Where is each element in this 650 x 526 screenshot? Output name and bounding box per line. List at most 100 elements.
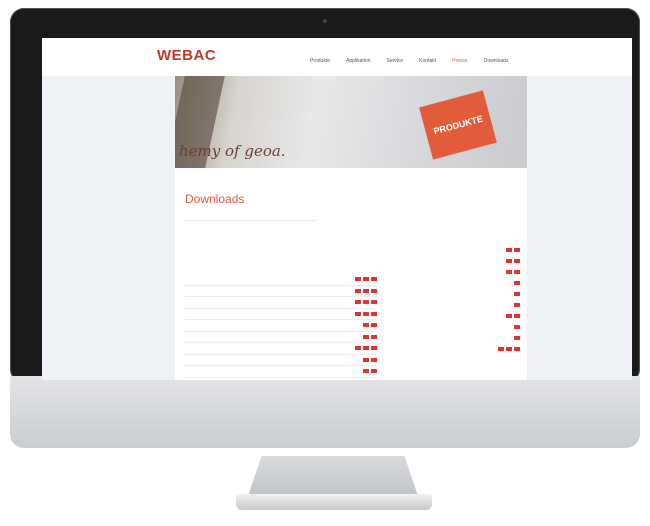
flag-icon[interactable]	[514, 280, 520, 285]
camera-icon	[323, 19, 327, 23]
flag-icon[interactable]	[371, 334, 377, 339]
nav-item-presse[interactable]: Presse	[452, 58, 468, 64]
nav-item-kontakt[interactable]: Kontakt	[419, 58, 436, 64]
flag-icon[interactable]	[506, 346, 512, 351]
language-flags	[355, 288, 377, 293]
flag-icon[interactable]	[355, 277, 361, 282]
sidebar	[410, 241, 520, 354]
flag-icon[interactable]	[355, 346, 361, 351]
main-nav: Produkte Applikation Service Kontakt Presse D…	[310, 58, 508, 64]
flag-icon[interactable]	[506, 313, 512, 318]
sidebar-row[interactable]	[410, 343, 520, 354]
flag-icon[interactable]	[514, 324, 520, 329]
sidebar-row[interactable]	[410, 321, 520, 332]
sidebar-row[interactable]	[410, 299, 520, 310]
download-row[interactable]	[185, 355, 377, 366]
flag-icon[interactable]	[514, 335, 520, 340]
language-flags	[363, 369, 377, 374]
download-row[interactable]	[185, 320, 377, 332]
flag-icon[interactable]	[363, 357, 369, 362]
download-row[interactable]	[185, 332, 377, 343]
hero-banner: hemy of geoa. PRODUKTE	[175, 76, 527, 168]
flag-icon[interactable]	[506, 269, 512, 274]
flag-icon[interactable]	[371, 311, 377, 316]
flag-icon[interactable]	[371, 323, 377, 328]
flag-icon[interactable]	[514, 346, 520, 351]
flag-icon[interactable]	[371, 288, 377, 293]
flag-icon[interactable]	[371, 277, 377, 282]
sidebar-row[interactable]	[410, 244, 520, 255]
flag-icon[interactable]	[355, 300, 361, 305]
flag-icon[interactable]	[363, 311, 369, 316]
nav-item-downloads[interactable]: Downloads	[484, 58, 509, 64]
flag-icon[interactable]	[371, 300, 377, 305]
download-row[interactable]	[185, 366, 377, 378]
flag-icon[interactable]	[371, 346, 377, 351]
flag-icon[interactable]	[355, 288, 361, 293]
language-flags	[506, 247, 520, 252]
sidebar-row[interactable]	[410, 266, 520, 277]
nav-item-produkte[interactable]: Produkte	[310, 58, 330, 64]
flag-icon[interactable]	[371, 369, 377, 374]
monitor-chin	[10, 376, 640, 448]
flag-icon[interactable]	[506, 258, 512, 263]
monitor-stand-neck	[248, 456, 418, 496]
sidebar-row[interactable]	[410, 277, 520, 288]
flag-icon[interactable]	[355, 311, 361, 316]
language-flags	[514, 302, 520, 307]
flag-icon[interactable]	[506, 247, 512, 252]
language-flags	[355, 311, 377, 316]
flag-icon[interactable]	[514, 302, 520, 307]
page-title: Downloads	[185, 192, 245, 206]
language-flags	[498, 346, 520, 351]
flag-icon[interactable]	[514, 258, 520, 263]
language-flags	[514, 335, 520, 340]
brand-logo[interactable]: WEBAC	[157, 47, 216, 64]
flag-icon[interactable]	[363, 346, 369, 351]
flag-icon[interactable]	[363, 277, 369, 282]
flag-icon[interactable]	[363, 323, 369, 328]
sidebar-row[interactable]	[410, 255, 520, 266]
language-flags	[514, 280, 520, 285]
download-list	[185, 274, 377, 378]
sidebar-row[interactable]	[410, 310, 520, 321]
flag-icon[interactable]	[371, 357, 377, 362]
site-header: WEBAC Produkte Applikation Service Kontakt P…	[42, 38, 632, 76]
language-flags	[363, 334, 377, 339]
sidebar-list	[410, 244, 520, 354]
language-flags	[506, 258, 520, 263]
nav-item-applikation[interactable]: Applikation	[346, 58, 370, 64]
search-input[interactable]	[185, 212, 315, 221]
nav-item-service[interactable]: Service	[386, 58, 403, 64]
language-flags	[363, 357, 377, 362]
language-flags	[506, 313, 520, 318]
flag-icon[interactable]	[363, 334, 369, 339]
flag-icon[interactable]	[514, 313, 520, 318]
language-flags	[514, 324, 520, 329]
flag-icon[interactable]	[514, 247, 520, 252]
download-row[interactable]	[185, 274, 377, 286]
flag-icon[interactable]	[363, 288, 369, 293]
language-flags	[506, 269, 520, 274]
language-flags	[355, 300, 377, 305]
flag-icon[interactable]	[498, 346, 504, 351]
language-flags	[355, 346, 377, 351]
flag-icon[interactable]	[363, 300, 369, 305]
language-flags	[355, 277, 377, 282]
download-row[interactable]	[185, 343, 377, 355]
flag-icon[interactable]	[514, 291, 520, 296]
flag-icon[interactable]	[363, 369, 369, 374]
hero-script-text: hemy of geoa.	[179, 142, 286, 160]
sidebar-row[interactable]	[410, 332, 520, 343]
monitor-stand-foot	[236, 494, 432, 510]
browser-screen: WEBAC Produkte Applikation Service Kontakt P…	[42, 38, 632, 380]
monitor: WEBAC Produkte Applikation Service Kontakt P…	[10, 8, 640, 510]
language-flags	[363, 323, 377, 328]
language-flags	[514, 291, 520, 296]
download-row[interactable]	[185, 297, 377, 309]
main-content: Downloads	[175, 168, 527, 380]
flag-icon[interactable]	[514, 269, 520, 274]
download-row[interactable]	[185, 286, 377, 297]
sidebar-row[interactable]	[410, 288, 520, 299]
download-row[interactable]	[185, 309, 377, 320]
